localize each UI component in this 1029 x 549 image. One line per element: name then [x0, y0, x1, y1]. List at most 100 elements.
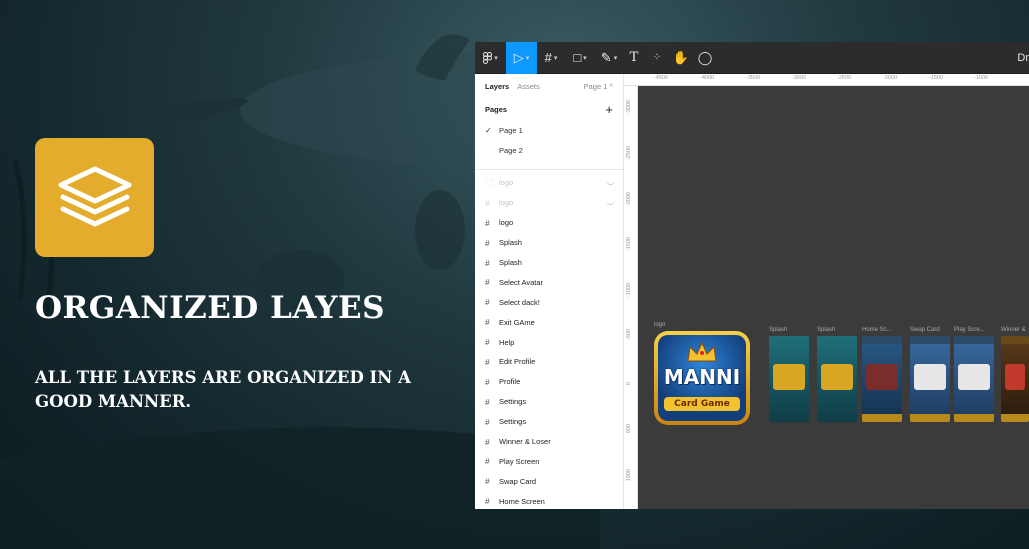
comment-bubble-icon: ◯ — [697, 49, 713, 65]
game-logo-frame[interactable]: MANNI Card Game — [654, 331, 750, 425]
shape-tool-button[interactable]: □ ▾ — [565, 42, 595, 74]
layer-item[interactable]: # Select dack! — [475, 292, 623, 312]
frame-hash-icon: # — [485, 476, 490, 487]
splash-screen-thumbnail[interactable] — [817, 336, 857, 422]
layer-item[interactable]: # Play Screen — [475, 451, 623, 471]
layer-item[interactable]: ⬚ logo — [475, 173, 623, 193]
swap-card-thumbnail[interactable] — [910, 336, 950, 422]
layer-label: Winner & Loser — [499, 437, 551, 447]
pen-tool-button[interactable]: ✎ ▾ — [595, 42, 623, 74]
layer-label: Splash — [499, 258, 522, 267]
layer-label: Profile — [499, 377, 521, 387]
hand-tool-button[interactable]: ✋ — [669, 42, 693, 74]
layer-label: logo — [499, 198, 514, 208]
frame-hash-icon: # — [485, 317, 490, 328]
ruler-tick: 0 — [626, 382, 632, 386]
frame-hash-icon: # — [485, 237, 490, 248]
layer-label: logo — [499, 218, 514, 228]
frame-label[interactable]: Play Scre... — [954, 327, 985, 333]
ruler-tick: -1000 — [974, 75, 989, 81]
toolbar: ▾ ▷ ▾ # ▾ □ ▾ ✎ ▾ T ⁘ ✋ ◯ Dr — [475, 42, 1029, 74]
vertical-ruler: -3000 -2500 -2000 -1500 -1000 -500 0 500… — [624, 86, 638, 509]
draft-label: Dr — [1017, 52, 1029, 64]
layer-item[interactable]: # Profile — [475, 372, 623, 392]
layer-item[interactable]: # Settings — [475, 412, 623, 432]
main-menu-button[interactable]: ▾ — [475, 42, 506, 74]
checkmark-icon: ✓ — [485, 125, 492, 135]
frame-label[interactable]: Swap Card — [910, 327, 940, 333]
frame-hash-icon: # — [485, 197, 490, 208]
play-screen-thumbnail[interactable] — [954, 336, 994, 422]
chevron-down-icon: ▾ — [583, 54, 587, 62]
logo-title: MANNI — [663, 365, 741, 389]
ruler-tick: -4000 — [700, 75, 715, 81]
frame-label[interactable]: Splash — [769, 327, 787, 333]
frame-hash-icon: # — [485, 217, 490, 228]
frame-label[interactable]: Home Sc... — [862, 327, 892, 333]
move-tool-button[interactable]: ▷ ▾ — [506, 42, 537, 74]
ruler-tick: -3500 — [746, 75, 761, 81]
layer-item[interactable]: # Winner & Loser — [475, 432, 623, 452]
frame-hash-icon: # — [485, 456, 490, 467]
ruler-tick: -500 — [626, 329, 632, 341]
hidden-eye-icon[interactable] — [606, 200, 615, 206]
pages-title: Pages — [485, 104, 508, 114]
chevron-down-icon: ▾ — [613, 54, 618, 62]
layer-label: Edit Profile — [499, 357, 536, 367]
pages-header: Pages + — [475, 98, 623, 120]
layer-item[interactable]: # Splash — [475, 233, 623, 253]
winner-screen-thumbnail[interactable] — [1001, 336, 1029, 422]
layer-item[interactable]: # Splash — [475, 253, 623, 273]
layers-feature-badge — [35, 138, 154, 257]
frame-label[interactable]: Winner & — [1001, 327, 1026, 333]
layer-label: Select Avatar — [499, 277, 544, 287]
page-label: Page 2 — [499, 145, 523, 155]
layer-label: Splash — [499, 238, 522, 248]
ruler-tick: -4500 — [654, 75, 669, 81]
layer-item[interactable]: # Edit Profile — [475, 352, 623, 372]
panel-tabs: Layers Assets Page 1 ^ — [475, 74, 623, 98]
page-selector[interactable]: Page 1 ^ — [584, 82, 613, 91]
frame-label[interactable]: Splash — [817, 327, 835, 333]
feature-description: ALL THE LAYERS ARE ORGANIZED IN A GOOD M… — [35, 368, 411, 411]
hidden-eye-icon[interactable] — [606, 180, 615, 186]
design-canvas[interactable]: logo MANNI Card Game Splash Splash Home … — [638, 86, 1029, 509]
chevron-down-icon: ▾ — [525, 54, 530, 62]
ruler-tick: -1500 — [929, 75, 944, 81]
layer-label: Settings — [499, 397, 527, 407]
frame-hash-icon: # — [485, 257, 490, 268]
layer-item[interactable]: # Settings — [475, 392, 623, 412]
ruler-tick: 1000 — [626, 469, 632, 482]
layer-item[interactable]: # Home Screen — [475, 491, 623, 509]
frame-label[interactable]: logo — [654, 322, 665, 328]
layer-item[interactable]: # Help — [475, 332, 623, 352]
chevron-down-icon: ▾ — [494, 54, 498, 62]
layer-label: logo — [499, 178, 514, 188]
frame-tool-button[interactable]: # ▾ — [537, 42, 565, 74]
layer-item[interactable]: # Exit GAme — [475, 312, 623, 332]
tab-assets[interactable]: Assets — [517, 82, 540, 91]
ruler-tick: -2500 — [626, 146, 632, 161]
resources-tool-button[interactable]: ⁘ — [645, 42, 669, 74]
layer-item[interactable]: # Swap Card — [475, 471, 623, 491]
text-tool-button[interactable]: T — [623, 42, 645, 74]
tab-layers[interactable]: Layers — [485, 82, 509, 91]
frame-hash-icon: # — [485, 356, 490, 367]
ruler-tick: -2000 — [883, 75, 898, 81]
ruler-tick: -2000 — [626, 192, 632, 207]
toolbar-right-label: Dr — [1017, 42, 1029, 74]
comment-tool-button[interactable]: ◯ — [693, 42, 717, 74]
hidden-frame-icon: ⬚ — [485, 177, 494, 188]
page-item[interactable]: ✓ Page 1 — [475, 120, 623, 140]
layer-item[interactable]: # Select Avatar — [475, 272, 623, 292]
home-screen-thumbnail[interactable] — [862, 336, 902, 422]
layer-label: Exit GAme — [499, 317, 535, 327]
splash-screen-thumbnail[interactable] — [769, 336, 809, 422]
frame-hash-icon: # — [485, 436, 490, 447]
add-page-icon[interactable]: + — [605, 102, 613, 117]
layer-item[interactable]: # logo — [475, 213, 623, 233]
page-item[interactable]: Page 2 — [475, 140, 623, 160]
frame-hash-icon: # — [485, 297, 490, 308]
frame-hash-icon: # — [485, 396, 490, 407]
layer-item[interactable]: # logo — [475, 193, 623, 213]
